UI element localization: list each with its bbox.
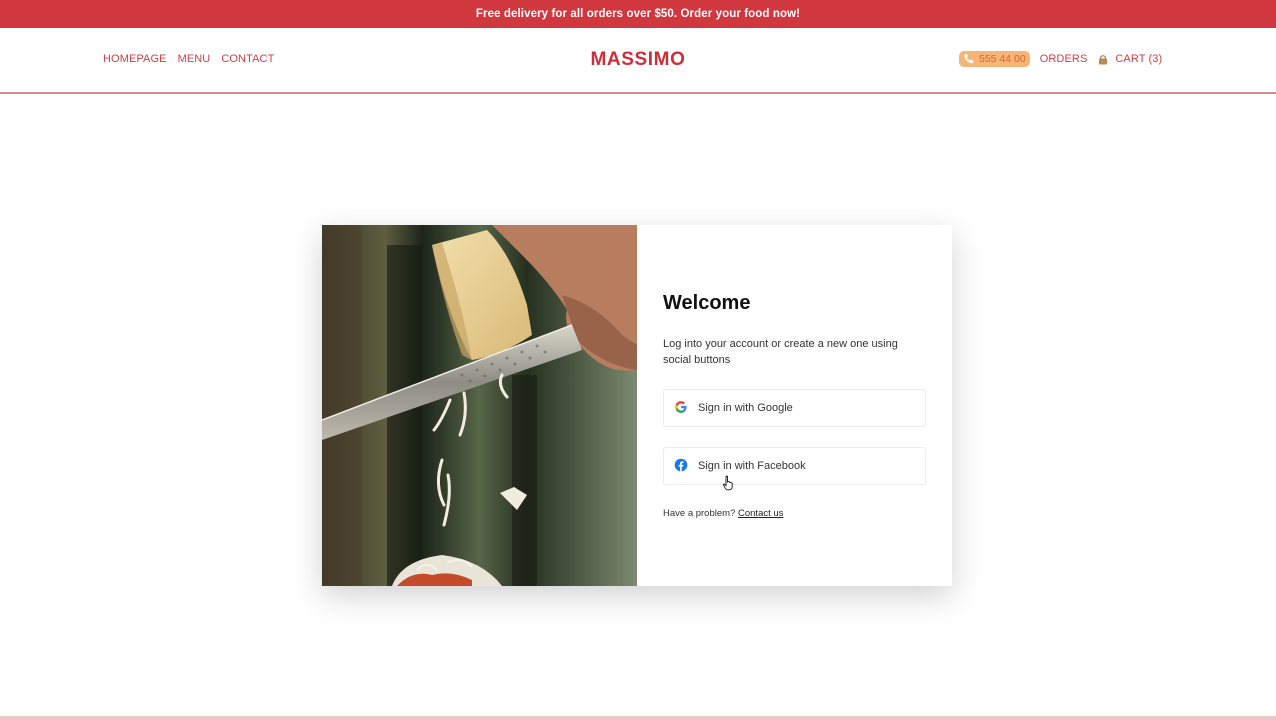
google-button-label: Sign in with Google bbox=[698, 402, 793, 414]
main-nav: HOMEPAGE MENU CONTACT bbox=[103, 53, 274, 65]
phone-number: 555 44 00 bbox=[979, 53, 1026, 65]
login-form: Welcome Log into your account or create … bbox=[663, 225, 928, 586]
sign-in-facebook-button[interactable]: Sign in with Facebook bbox=[663, 447, 926, 485]
sign-in-google-button[interactable]: Sign in with Google bbox=[663, 389, 926, 427]
help-text: Have a problem? bbox=[663, 508, 736, 519]
phone-icon bbox=[963, 53, 975, 65]
help-line: Have a problem? Contact us bbox=[663, 508, 783, 519]
facebook-icon bbox=[674, 458, 688, 475]
orders-link[interactable]: ORDERS bbox=[1040, 53, 1088, 65]
nav-menu-link[interactable]: MENU bbox=[178, 53, 211, 65]
site-header: HOMEPAGE MENU CONTACT MASSIMO 555 44 00 … bbox=[0, 28, 1276, 94]
cart-button[interactable]: CART (3) bbox=[1097, 53, 1162, 65]
nav-contact-link[interactable]: CONTACT bbox=[221, 53, 274, 65]
phone-button[interactable]: 555 44 00 bbox=[959, 51, 1030, 67]
cursor-icon bbox=[722, 475, 734, 491]
facebook-button-label: Sign in with Facebook bbox=[698, 460, 806, 472]
login-card: Welcome Log into your account or create … bbox=[322, 225, 952, 586]
promo-text: Free delivery for all orders over $50. O… bbox=[475, 8, 801, 20]
promo-banner: Free delivery for all orders over $50. O… bbox=[0, 0, 1276, 28]
site-logo[interactable]: MASSIMO bbox=[591, 49, 686, 70]
header-actions: 555 44 00 ORDERS CART (3) bbox=[959, 51, 1162, 67]
cart-icon bbox=[1097, 53, 1109, 65]
contact-us-link[interactable]: Contact us bbox=[738, 508, 783, 519]
login-subtitle: Log into your account or create a new on… bbox=[663, 338, 898, 366]
google-icon bbox=[674, 400, 688, 417]
cart-label: CART (3) bbox=[1115, 53, 1163, 65]
bottom-accent-bar bbox=[0, 716, 1276, 720]
welcome-title: Welcome bbox=[663, 292, 751, 314]
hero-photo-cheese-grating bbox=[322, 225, 637, 586]
nav-homepage-link[interactable]: HOMEPAGE bbox=[103, 53, 167, 65]
